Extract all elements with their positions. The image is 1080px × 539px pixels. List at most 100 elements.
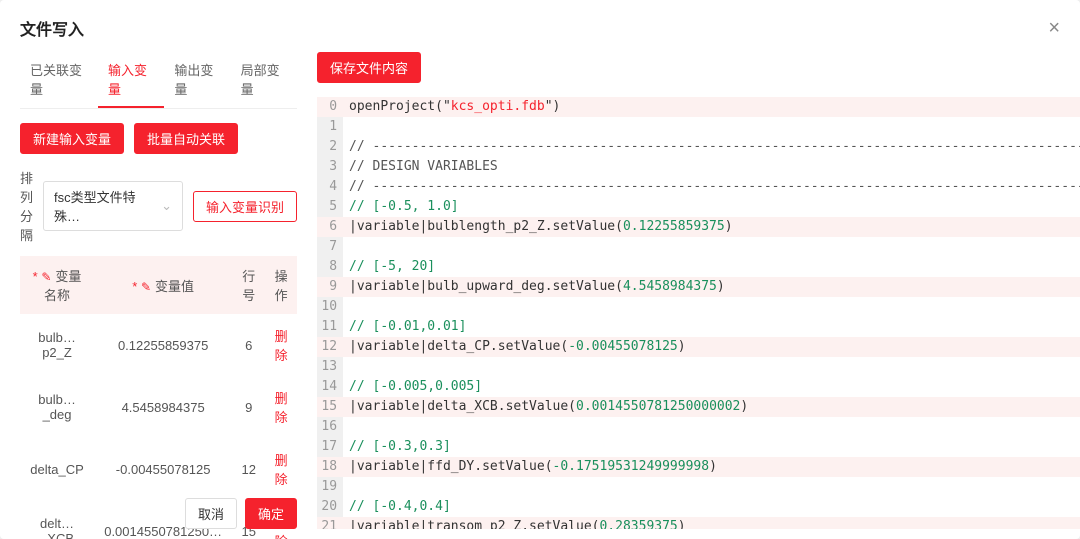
- modal-body: 已关联变量输入变量输出变量局部变量 新建输入变量 批量自动关联 排列分隔 fsc…: [0, 52, 1080, 539]
- col-name: ✎变量名称: [20, 256, 94, 314]
- delete-link[interactable]: 删除: [275, 329, 288, 363]
- code-line[interactable]: 1: [317, 117, 1080, 137]
- code-content[interactable]: // [-0.01,0.01]: [343, 317, 1080, 337]
- cell-name: delt…_XCB: [20, 500, 94, 539]
- cell-name: delta_CP: [20, 438, 94, 500]
- code-line[interactable]: 8// [-5, 20]: [317, 257, 1080, 277]
- code-line[interactable]: 5// [-0.5, 1.0]: [317, 197, 1080, 217]
- col-value: ✎变量值: [94, 256, 232, 314]
- batch-auto-link-button[interactable]: 批量自动关联: [134, 123, 238, 154]
- sort-select-value: fsc类型文件特殊…: [54, 187, 153, 225]
- code-line[interactable]: 14// [-0.005,0.005]: [317, 377, 1080, 397]
- confirm-button[interactable]: 确定: [245, 498, 297, 529]
- save-file-button[interactable]: 保存文件内容: [317, 52, 421, 83]
- gutter: 9: [317, 277, 343, 297]
- code-content[interactable]: |variable|transom_p2_Z.setValue(0.283593…: [343, 517, 1080, 529]
- code-content[interactable]: [343, 117, 1080, 137]
- modal-title: 文件写入: [20, 16, 84, 40]
- cell-value: -0.00455078125: [94, 438, 232, 500]
- code-content[interactable]: // DESIGN VARIABLES: [343, 157, 1080, 177]
- code-content[interactable]: // [-0.005,0.005]: [343, 377, 1080, 397]
- close-icon[interactable]: ×: [1048, 18, 1060, 38]
- code-line[interactable]: 9|variable|bulb_upward_deg.setValue(4.54…: [317, 277, 1080, 297]
- cancel-button[interactable]: 取消: [185, 498, 237, 529]
- code-content[interactable]: [343, 297, 1080, 317]
- table-row: bulb…p2_Z0.122558593756 删除: [20, 314, 297, 376]
- code-content[interactable]: // [-0.5, 1.0]: [343, 197, 1080, 217]
- code-content[interactable]: |variable|delta_XCB.setValue(0.001455078…: [343, 397, 1080, 417]
- code-line[interactable]: 6|variable|bulblength_p2_Z.setValue(0.12…: [317, 217, 1080, 237]
- delete-link[interactable]: 删除: [275, 391, 288, 425]
- tab-0[interactable]: 已关联变量: [20, 52, 98, 108]
- code-content[interactable]: // [-5, 20]: [343, 257, 1080, 277]
- code-line[interactable]: 19: [317, 477, 1080, 497]
- code-line[interactable]: 15|variable|delta_XCB.setValue(0.0014550…: [317, 397, 1080, 417]
- code-line[interactable]: 4// ------------------------------------…: [317, 177, 1080, 197]
- code-content[interactable]: |variable|delta_CP.setValue(-0.004550781…: [343, 337, 1080, 357]
- code-line[interactable]: 18|variable|ffd_DY.setValue(-0.175195312…: [317, 457, 1080, 477]
- cell-value: 0.12255859375: [94, 314, 232, 376]
- code-content[interactable]: |variable|bulblength_p2_Z.setValue(0.122…: [343, 217, 1080, 237]
- cell-line: 6: [232, 314, 265, 376]
- gutter: 1: [317, 117, 343, 137]
- code-content[interactable]: |variable|ffd_DY.setValue(-0.17519531249…: [343, 457, 1080, 477]
- code-line[interactable]: 20// [-0.4,0.4]: [317, 497, 1080, 517]
- gutter: 11: [317, 317, 343, 337]
- table-row: bulb…_deg4.54589843759删除: [20, 376, 297, 438]
- code-content[interactable]: [343, 237, 1080, 257]
- code-content[interactable]: [343, 477, 1080, 497]
- gutter: 3: [317, 157, 343, 177]
- code-content[interactable]: // [-0.3,0.3]: [343, 437, 1080, 457]
- sort-row: 排列分隔 fsc类型文件特殊… ⌄ 输入变量识别: [20, 168, 297, 244]
- code-line[interactable]: 13: [317, 357, 1080, 377]
- tabs: 已关联变量输入变量输出变量局部变量: [20, 52, 297, 109]
- code-content[interactable]: |variable|bulb_upward_deg.setValue(4.545…: [343, 277, 1080, 297]
- tab-1[interactable]: 输入变量: [98, 52, 164, 108]
- code-content[interactable]: openProject("kcs_opti.fdb"): [343, 97, 1080, 117]
- table-header-row: ✎变量名称 ✎变量值 行号 操作: [20, 256, 297, 314]
- gutter: 2: [317, 137, 343, 157]
- primary-actions: 新建输入变量 批量自动关联: [20, 123, 297, 154]
- gutter: 7: [317, 237, 343, 257]
- tab-3[interactable]: 局部变量: [231, 52, 297, 108]
- chevron-down-icon: ⌄: [161, 198, 172, 214]
- code-line[interactable]: 17// [-0.3,0.3]: [317, 437, 1080, 457]
- code-line[interactable]: 12|variable|delta_CP.setValue(-0.0045507…: [317, 337, 1080, 357]
- col-op: 操作: [265, 256, 297, 314]
- code-line[interactable]: 10: [317, 297, 1080, 317]
- code-line[interactable]: 16: [317, 417, 1080, 437]
- code-line[interactable]: 7: [317, 237, 1080, 257]
- code-line[interactable]: 21|variable|transom_p2_Z.setValue(0.2835…: [317, 517, 1080, 529]
- gutter: 21: [317, 517, 343, 529]
- edit-icon: ✎: [41, 270, 51, 284]
- cell-value: 4.5458984375: [94, 376, 232, 438]
- cell-name: bulb…p2_Z: [20, 314, 94, 376]
- tab-2[interactable]: 输出变量: [164, 52, 230, 108]
- code-content[interactable]: // -------------------------------------…: [343, 177, 1080, 197]
- cell-op: 删除: [265, 314, 297, 376]
- code-content[interactable]: // [-0.4,0.4]: [343, 497, 1080, 517]
- gutter: 8: [317, 257, 343, 277]
- left-footer: 取消 确定: [185, 498, 297, 529]
- gutter: 16: [317, 417, 343, 437]
- code-line[interactable]: 0openProject("kcs_opti.fdb"): [317, 97, 1080, 117]
- cell-line: 12: [232, 438, 265, 500]
- gutter: 5: [317, 197, 343, 217]
- gutter: 13: [317, 357, 343, 377]
- delete-link[interactable]: 删除: [275, 453, 288, 487]
- code-content[interactable]: [343, 417, 1080, 437]
- code-content[interactable]: [343, 357, 1080, 377]
- recognize-input-variables-button[interactable]: 输入变量识别: [193, 191, 297, 222]
- code-line[interactable]: 3// DESIGN VARIABLES: [317, 157, 1080, 177]
- col-line: 行号: [232, 256, 265, 314]
- code-line[interactable]: 11// [-0.01,0.01]: [317, 317, 1080, 337]
- right-pane: 保存文件内容 0openProject("kcs_opti.fdb")12// …: [317, 52, 1080, 529]
- code-line[interactable]: 2// ------------------------------------…: [317, 137, 1080, 157]
- new-input-variable-button[interactable]: 新建输入变量: [20, 123, 124, 154]
- gutter: 10: [317, 297, 343, 317]
- gutter: 4: [317, 177, 343, 197]
- sort-select[interactable]: fsc类型文件特殊… ⌄: [43, 181, 183, 231]
- sort-label: 排列分隔: [20, 168, 33, 244]
- code-editor[interactable]: 0openProject("kcs_opti.fdb")12// -------…: [317, 97, 1080, 529]
- code-content[interactable]: // -------------------------------------…: [343, 137, 1080, 157]
